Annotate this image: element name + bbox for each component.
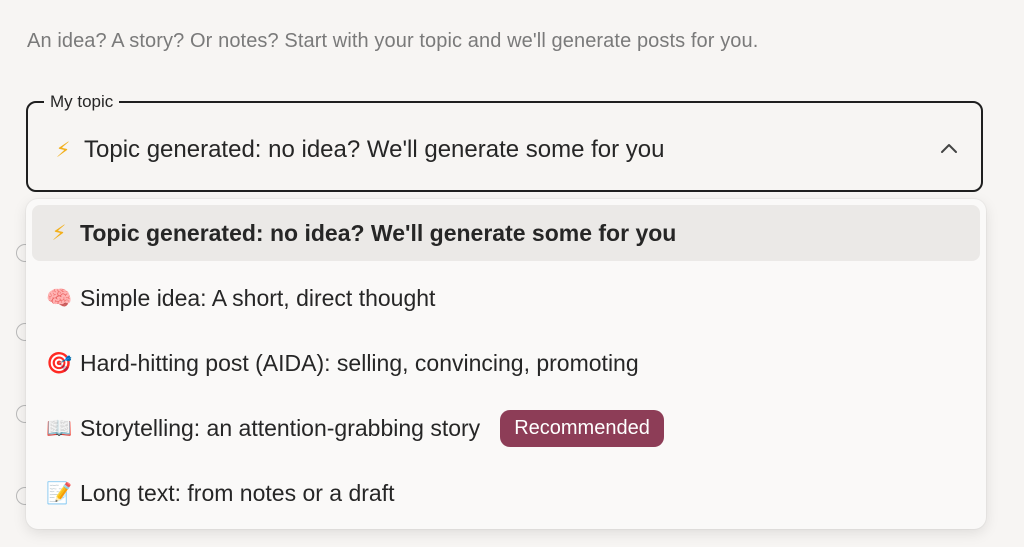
option-label: Simple idea: A short, direct thought — [80, 284, 436, 311]
option-topic-generated[interactable]: ⚡ Topic generated: no idea? We'll genera… — [32, 205, 980, 261]
option-label: Long text: from notes or a draft — [80, 479, 395, 506]
option-label: Hard-hitting post (AIDA): selling, convi… — [80, 349, 639, 376]
brain-icon: 🧠 — [46, 285, 73, 310]
target-icon: 🎯 — [46, 350, 73, 375]
option-hard-hitting-post[interactable]: 🎯 Hard-hitting post (AIDA): selling, con… — [32, 335, 980, 391]
option-storytelling[interactable]: 📖 Storytelling: an attention-grabbing st… — [32, 400, 980, 456]
recommended-badge: Recommended — [500, 409, 664, 447]
option-simple-idea[interactable]: 🧠 Simple idea: A short, direct thought — [32, 270, 980, 326]
topic-select-label: My topic — [44, 91, 120, 113]
memo-icon: 📝 — [46, 480, 73, 505]
intro-text: An idea? A story? Or notes? Start with y… — [27, 30, 759, 52]
option-label: Topic generated: no idea? We'll generate… — [80, 219, 677, 246]
topic-select-value[interactable]: ⚡ Topic generated: no idea? We'll genera… — [50, 135, 665, 165]
topic-select-value-text: Topic generated: no idea? We'll generate… — [84, 136, 665, 163]
topic-dropdown-menu: ⚡ Topic generated: no idea? We'll genera… — [26, 199, 986, 529]
option-long-text[interactable]: 📝 Long text: from notes or a draft — [32, 465, 980, 521]
option-label: Storytelling: an attention-grabbing stor… — [80, 414, 481, 441]
chevron-up-icon[interactable] — [939, 139, 959, 159]
lightning-icon: ⚡ — [55, 138, 71, 162]
topic-select[interactable]: My topic ⚡ Topic generated: no idea? We'… — [26, 91, 983, 192]
open-book-icon: 📖 — [46, 415, 73, 440]
lightning-icon: ⚡ — [51, 221, 67, 245]
